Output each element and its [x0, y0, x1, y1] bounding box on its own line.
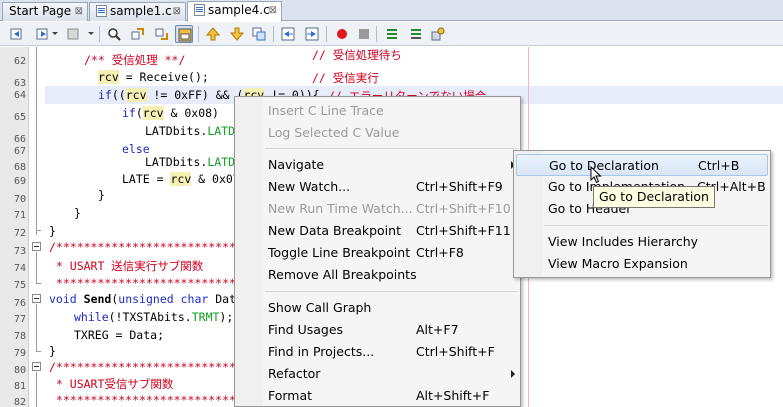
start-macro-icon[interactable]	[333, 25, 351, 43]
toggle-highlight-icon[interactable]	[175, 25, 193, 43]
line-number: 70	[13, 194, 26, 205]
menu-item-show-call-graph[interactable]: Show Call Graph	[237, 297, 518, 319]
line-number: 76	[13, 298, 26, 309]
tab-close-icon[interactable]: ⊠	[173, 3, 181, 20]
prev-occurrence-icon[interactable]	[129, 25, 147, 43]
code-line: }	[74, 206, 81, 220]
code-line: * USART受信サブ関数	[49, 377, 174, 391]
code-line: * USART 送信実行サブ関数	[49, 259, 204, 273]
code-comment: // 受信処理待ち	[312, 48, 402, 62]
code-line: }	[49, 224, 56, 238]
c-file-icon	[194, 4, 205, 16]
line-number: 78	[13, 331, 26, 342]
menu-item-find-in-projects[interactable]: Find in Projects... Ctrl+Shift+F	[237, 341, 518, 363]
line-number: 65	[13, 112, 26, 123]
tab-label: Start Page	[9, 4, 72, 18]
tab-close-icon[interactable]: ⊠	[269, 2, 277, 19]
line-number: 63	[13, 78, 26, 89]
line-number: 77	[13, 314, 26, 325]
tab-close-icon[interactable]: ⊠	[75, 3, 83, 20]
submenu-item-view-includes-hierarchy[interactable]: View Includes Hierarchy	[516, 231, 768, 253]
line-number: 80	[13, 365, 26, 376]
code-line: while(!TXSTAbits.TRMT);	[74, 310, 234, 324]
shift-right-icon[interactable]	[303, 25, 321, 43]
menu-item-log-selected-c-value[interactable]: Log Selected C Value	[237, 122, 518, 144]
tab-start-page[interactable]: Start Page ⊠	[2, 2, 88, 21]
back-icon[interactable]	[8, 25, 26, 43]
rectangular-selection-icon[interactable]	[250, 25, 268, 43]
menu-item-find-usages[interactable]: Find Usages Alt+F7	[237, 319, 518, 341]
line-number: 62	[13, 56, 26, 67]
tab-label: sample1.c	[110, 4, 172, 18]
menu-item-insert-c-line-trace[interactable]: Insert C Line Trace	[237, 100, 518, 122]
code-line: rcv = Receive();	[98, 70, 209, 84]
comment-icon[interactable]	[383, 25, 401, 43]
menu-item-navigate[interactable]: Navigate	[237, 154, 518, 176]
code-line: /** 受信処理 **/	[84, 53, 186, 67]
tab-label: sample4.c	[208, 3, 270, 17]
shift-left-icon[interactable]	[279, 25, 297, 43]
tooltip: Go to Declaration	[593, 186, 715, 208]
menu-item-new-run-time-watch[interactable]: New Run Time Watch... Ctrl+Shift+F10	[237, 198, 518, 220]
code-line: TXREG = Data;	[74, 328, 165, 342]
dropdown-icon[interactable]	[52, 32, 58, 35]
fold-collapse-icon[interactable]	[32, 362, 41, 371]
dropdown-icon[interactable]	[88, 32, 94, 35]
code-line: LATDbits.LATD1	[145, 124, 242, 138]
find-icon[interactable]	[105, 25, 123, 43]
shift-up-icon[interactable]	[204, 25, 222, 43]
bookmark-icon[interactable]	[64, 25, 82, 43]
code-line: void Send(unsigned char Data){	[49, 292, 257, 306]
code-comment: // 受信実行	[312, 71, 379, 85]
line-number: 67	[13, 146, 26, 157]
line-number: 81	[13, 381, 26, 392]
line-number: 79	[13, 348, 26, 359]
mouse-cursor-icon	[590, 166, 602, 184]
tab-sample1[interactable]: sample1.c ⊠	[89, 2, 186, 21]
editor-toolbar	[0, 22, 783, 46]
fold-collapse-icon[interactable]	[32, 242, 41, 251]
line-number: 75	[13, 280, 26, 291]
menu-item-toggle-line-breakpoint[interactable]: Toggle Line Breakpoint Ctrl+F8	[237, 242, 518, 264]
editor-context-menu: Insert C Line Trace Log Selected C Value…	[234, 96, 521, 407]
line-number: 73	[13, 246, 26, 257]
next-occurrence-icon[interactable]	[153, 25, 171, 43]
pin-icon[interactable]	[429, 25, 447, 43]
code-line: LATDbits.LATD1	[145, 155, 242, 169]
uncomment-icon[interactable]	[407, 25, 425, 43]
submenu-arrow-icon	[511, 370, 515, 378]
code-line: if(rcv & 0x08)	[122, 106, 219, 120]
forward-icon[interactable]	[34, 25, 52, 43]
menu-item-new-data-breakpoint[interactable]: New Data Breakpoint Ctrl+Shift+F11	[237, 220, 518, 242]
code-line: }	[49, 344, 56, 358]
c-file-icon	[96, 5, 107, 17]
fold-collapse-icon[interactable]	[32, 294, 41, 303]
menu-item-refactor[interactable]: Refactor	[237, 363, 518, 385]
editor-tab-bar: Start Page ⊠ sample1.c ⊠ sample4.c ⊠	[0, 0, 783, 22]
tab-sample4[interactable]: sample4.c ⊠	[187, 1, 282, 22]
menu-item-new-watch[interactable]: New Watch... Ctrl+Shift+F9	[237, 176, 518, 198]
code-line: else	[122, 142, 150, 156]
menu-item-remove-all-breakpoints[interactable]: Remove All Breakpoints	[237, 264, 518, 286]
menu-item-format[interactable]: Format Alt+Shift+F	[237, 385, 518, 407]
line-number: 82	[13, 397, 26, 407]
line-number: 69	[13, 176, 26, 187]
stop-macro-icon[interactable]	[355, 25, 373, 43]
submenu-item-view-macro-expansion[interactable]: View Macro Expansion	[516, 253, 768, 275]
line-number: 68	[13, 162, 26, 173]
line-number: 72	[13, 228, 26, 239]
navigate-submenu: Go to Declaration Ctrl+B Go to Implement…	[513, 150, 771, 278]
line-number: 64	[13, 90, 26, 101]
code-line: LATE = rcv & 0x07;	[122, 172, 247, 186]
line-number: 71	[13, 210, 26, 221]
line-number: 66	[13, 134, 26, 145]
line-number: 74	[13, 263, 26, 274]
submenu-item-go-to-declaration[interactable]: Go to Declaration Ctrl+B	[516, 154, 768, 176]
shift-down-icon[interactable]	[228, 25, 246, 43]
code-line: }	[98, 188, 105, 202]
